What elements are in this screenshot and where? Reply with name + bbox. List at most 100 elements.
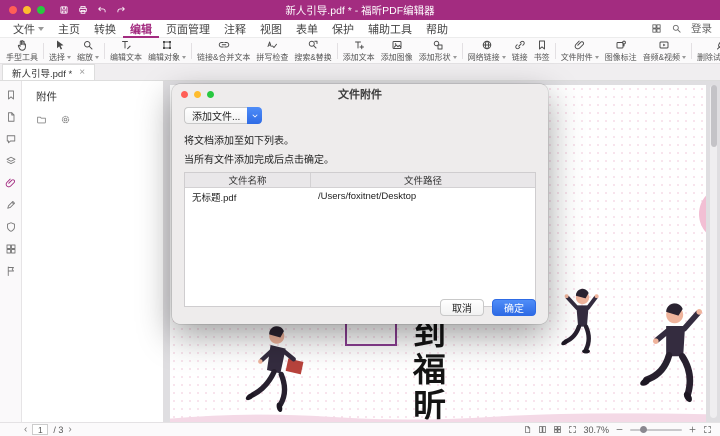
toolbar-image-annotation[interactable]: 图像标注 (602, 38, 640, 64)
toolbar-web-links[interactable]: 网络链接 (465, 38, 509, 64)
fullscreen-icon[interactable] (703, 425, 712, 434)
zoom-percent-label[interactable]: 30.7% (583, 425, 609, 435)
ok-button[interactable]: 确定 (492, 299, 536, 316)
open-attachment-icon[interactable] (36, 114, 47, 125)
toolbar-bookmark[interactable]: 书签 (531, 38, 553, 64)
fields-icon (5, 243, 17, 255)
zoom-slider[interactable] (630, 429, 682, 431)
sidebar-layers-button[interactable] (3, 154, 19, 167)
search-replace-icon (307, 39, 319, 51)
document-tabbar: 新人引导.pdf * × (0, 64, 720, 81)
fit-page-icon[interactable] (568, 425, 577, 434)
dialog-title: 文件附件 (172, 86, 548, 102)
dialog-zoom-button[interactable] (207, 91, 214, 98)
spell-check-icon (266, 39, 278, 51)
sidebar-attachments-button[interactable] (3, 176, 19, 189)
menu-view[interactable]: 视图 (253, 20, 289, 38)
chevron-down-icon (182, 56, 186, 59)
add-text-icon (353, 39, 365, 51)
zoom-slider-thumb[interactable] (640, 426, 647, 433)
menu-home[interactable]: 主页 (51, 20, 87, 38)
toolbar-link-join-text[interactable]: 链接&合并文本 (194, 38, 253, 64)
toolbar-edit-text[interactable]: 编辑文本 (107, 38, 145, 64)
add-file-split-button[interactable]: 添加文件... (184, 107, 262, 124)
toolbar-add-shapes[interactable]: 添加形状 (416, 38, 460, 64)
search-icon[interactable] (671, 23, 682, 34)
zoom-in-icon[interactable] (688, 425, 697, 434)
scrollbar-thumb[interactable] (711, 85, 717, 147)
toolbar-file-attachment[interactable]: 文件附件 (558, 38, 602, 64)
menu-protect[interactable]: 保护 (325, 20, 361, 38)
page-number-input[interactable]: 1 (32, 424, 48, 435)
toolbar-search-replace[interactable]: 搜索&替换 (291, 38, 334, 64)
chevron-down-icon (682, 56, 686, 59)
toolbar-add-image[interactable]: 添加图像 (378, 38, 416, 64)
close-window-button[interactable] (9, 6, 17, 14)
page-navigation: ‹ 1 / 3 › (24, 424, 72, 435)
signature-icon (5, 199, 17, 211)
sidebar-fields-button[interactable] (3, 242, 19, 255)
menubar: 文件 主页 转换 编辑 页面管理 注释 视图 表单 保护 辅助工具 帮助 登录 (0, 20, 720, 38)
add-file-label[interactable]: 添加文件... (184, 107, 247, 124)
audio-video-icon (658, 39, 670, 51)
toolbar-link[interactable]: 链接 (509, 38, 531, 64)
toolbar-spell-check[interactable]: 拼写检查 (253, 38, 291, 64)
grid-view-icon[interactable] (553, 425, 562, 434)
minimize-window-button[interactable] (23, 6, 31, 14)
close-tab-icon[interactable]: × (79, 68, 85, 78)
document-tab[interactable]: 新人引导.pdf * × (2, 64, 95, 80)
toolbar-hand-tool[interactable]: 手型工具 (3, 38, 41, 64)
attachments-panel-toolbar (22, 104, 163, 125)
login-button[interactable]: 登录 (691, 21, 712, 36)
comments-icon (5, 133, 17, 145)
print-icon[interactable] (78, 5, 88, 15)
dialog-minimize-button[interactable] (194, 91, 201, 98)
toolbar-separator (43, 43, 44, 59)
menu-comment[interactable]: 注释 (217, 20, 253, 38)
menu-help[interactable]: 帮助 (419, 20, 455, 38)
next-page-button[interactable]: › (68, 425, 71, 435)
undo-icon[interactable] (97, 5, 107, 15)
toolbar-remove-trial-watermark[interactable]: 删除试用水印 (694, 38, 720, 64)
previous-page-button[interactable]: ‹ (24, 425, 27, 435)
menu-form[interactable]: 表单 (289, 20, 325, 38)
toolbar-select[interactable]: 选择 (46, 38, 74, 64)
attachments-icon (5, 177, 17, 189)
sidebar-signature-button[interactable] (3, 198, 19, 211)
toolbar-audio-video[interactable]: 音频&视频 (640, 38, 689, 64)
attachment-settings-icon[interactable] (60, 114, 71, 125)
single-page-view-icon[interactable] (523, 425, 532, 434)
toolbar-add-text[interactable]: 添加文本 (340, 38, 378, 64)
dialog-close-button[interactable] (181, 91, 188, 98)
link-join-text-icon (218, 39, 230, 51)
menu-page-management[interactable]: 页面管理 (159, 20, 217, 38)
attachments-panel: 附件 (22, 81, 164, 422)
table-row[interactable]: 无标题.pdf /Users/foxitnet/Desktop (185, 188, 535, 205)
menu-convert[interactable]: 转换 (87, 20, 123, 38)
layout-icon[interactable] (651, 23, 662, 34)
zoom-out-icon[interactable] (615, 425, 624, 434)
save-icon[interactable] (59, 5, 69, 15)
facing-view-icon[interactable] (538, 425, 547, 434)
sidebar-page-thumbnails-button[interactable] (3, 110, 19, 123)
toolbar-separator (691, 43, 692, 59)
toolbar-separator (337, 43, 338, 59)
chevron-down-icon (38, 27, 44, 31)
cancel-button[interactable]: 取消 (440, 299, 484, 316)
menu-edit[interactable]: 编辑 (123, 20, 159, 38)
sidebar-comments-button[interactable] (3, 132, 19, 145)
sidebar-bookmarks-button[interactable] (3, 88, 19, 101)
window-controls (9, 6, 45, 14)
vertical-scrollbar[interactable] (710, 85, 717, 418)
menu-file[interactable]: 文件 (6, 20, 51, 38)
zoom-window-button[interactable] (37, 6, 45, 14)
titlebar: 新人引导.pdf * - 福昕PDF编辑器 (0, 0, 720, 20)
sidebar-security-button[interactable] (3, 220, 19, 233)
add-file-dropdown[interactable] (247, 107, 262, 124)
redo-icon[interactable] (116, 5, 126, 15)
dialog-instruction-1: 将文档添加至如下列表。 (184, 132, 536, 147)
sidebar-destinations-button[interactable] (3, 264, 19, 277)
menu-accessibility[interactable]: 辅助工具 (361, 20, 419, 38)
toolbar-edit-object[interactable]: 编辑对象 (145, 38, 189, 64)
toolbar-zoom[interactable]: 缩放 (74, 38, 102, 64)
